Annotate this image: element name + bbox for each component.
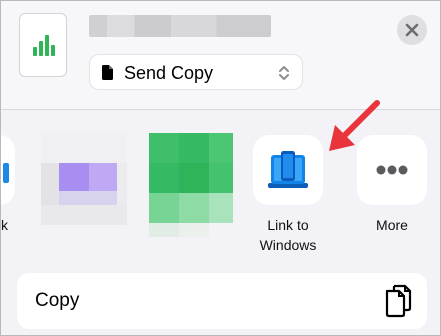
share-sheet-header: Send Copy xyxy=(1,1,440,110)
send-mode-selector[interactable]: Send Copy xyxy=(89,54,303,90)
copy-icon xyxy=(385,284,412,318)
app-blurred-green[interactable] xyxy=(149,133,235,237)
share-sheet: Send Copy k Link to Windows More Copy xyxy=(0,0,441,336)
close-button[interactable] xyxy=(397,15,427,45)
app-partial-left[interactable] xyxy=(1,135,15,205)
document-icon xyxy=(102,65,113,80)
app-blurred-purple[interactable] xyxy=(41,133,127,237)
annotation-arrow-icon xyxy=(329,100,380,151)
app-link-to-windows[interactable] xyxy=(253,135,323,205)
link-to-windows-icon xyxy=(268,151,308,188)
app-label-link-to-windows: Link to Windows xyxy=(259,217,317,253)
copy-action-label: Copy xyxy=(35,290,80,311)
app-label-more: More xyxy=(376,217,408,233)
send-mode-label: Send Copy xyxy=(124,63,214,83)
copy-action[interactable]: Copy xyxy=(17,273,427,329)
close-icon xyxy=(405,23,419,37)
app-label-partial: k xyxy=(1,217,8,233)
chevron-up-down-icon xyxy=(279,66,289,80)
file-title-redacted xyxy=(89,15,271,37)
file-thumbnail xyxy=(19,13,67,77)
